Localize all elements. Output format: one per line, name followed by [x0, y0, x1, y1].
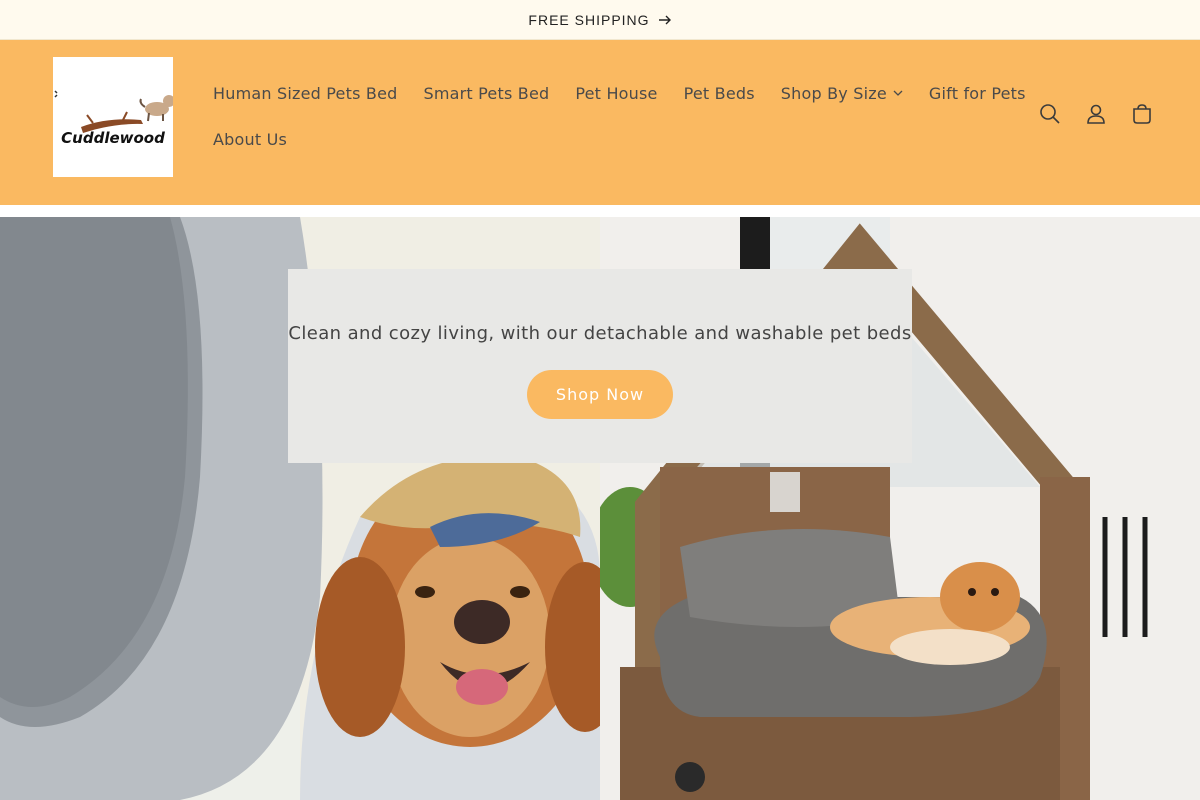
shop-now-button[interactable]: Shop Now — [527, 370, 673, 419]
nav-row-1: Human Sized Pets Bed Smart Pets Bed Pet … — [200, 70, 1025, 116]
hero-callout: Clean and cozy living, with our detachab… — [288, 269, 912, 463]
nav-label: Pet Beds — [683, 83, 755, 103]
cart-button[interactable] — [1130, 102, 1154, 126]
logo-dog-log-icon — [54, 90, 173, 133]
nav-row-2: About Us — [200, 116, 1000, 162]
brand-logo[interactable]: Cuddlewood — [53, 57, 173, 177]
nav-label: Gift for Pets — [928, 83, 1026, 103]
nav-item-gift-for-pets[interactable]: Gift for Pets — [916, 84, 1039, 103]
nav-item-smart-pets-bed[interactable]: Smart Pets Bed — [410, 84, 562, 103]
search-button[interactable] — [1038, 102, 1062, 126]
account-button[interactable] — [1084, 102, 1108, 126]
nav-item-pet-beds[interactable]: Pet Beds — [671, 84, 768, 103]
site-header: Cuddlewood Human Sized Pets Bed Smart Pe… — [0, 40, 1200, 205]
chevron-down-icon — [893, 90, 903, 96]
nav-label: Pet House — [575, 83, 658, 103]
arrow-right-icon — [658, 15, 671, 24]
nav-label: About Us — [213, 129, 288, 149]
logo-text: Cuddlewood — [61, 129, 165, 147]
main-nav: Human Sized Pets Bed Smart Pets Bed Pet … — [200, 70, 1025, 162]
announcement-link[interactable]: FREE SHIPPING — [528, 12, 671, 28]
nav-label: Smart Pets Bed — [423, 83, 550, 103]
search-icon — [1040, 104, 1060, 124]
header-icons — [1038, 102, 1154, 126]
nav-item-about-us[interactable]: About Us — [200, 130, 300, 149]
nav-item-shop-by-size[interactable]: Shop By Size — [768, 84, 916, 103]
cart-icon — [1133, 104, 1151, 124]
nav-label: Human Sized Pets Bed — [213, 83, 398, 103]
announcement-text: FREE SHIPPING — [528, 11, 650, 28]
account-icon — [1087, 104, 1105, 124]
nav-item-human-sized-pets-bed[interactable]: Human Sized Pets Bed — [200, 84, 410, 103]
nav-item-pet-house[interactable]: Pet House — [562, 84, 670, 103]
nav-label: Shop By Size — [780, 83, 887, 103]
announcement-bar: FREE SHIPPING — [0, 0, 1200, 40]
hero-text: Clean and cozy living, with our detachab… — [288, 323, 912, 344]
